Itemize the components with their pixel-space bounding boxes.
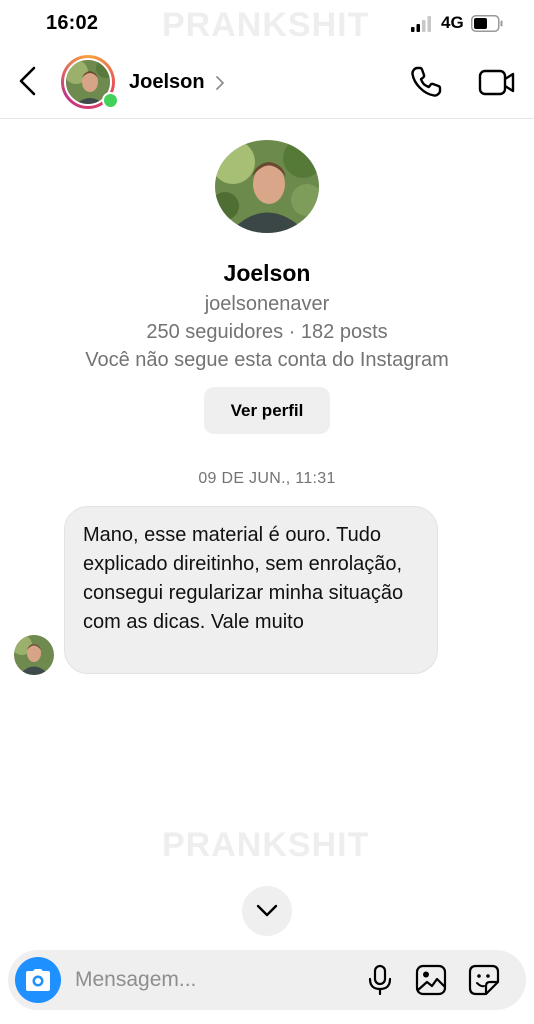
chevron-right-icon[interactable] xyxy=(214,74,226,92)
profile-avatar[interactable] xyxy=(215,140,319,233)
status-time: 16:02 xyxy=(46,12,99,34)
header-divider xyxy=(0,118,534,119)
battery-icon xyxy=(471,15,503,32)
watermark-bottom: PRANKSHIT xyxy=(162,826,370,864)
profile-follow-note: Você não segue esta conta do Instagram xyxy=(85,349,449,371)
watermark-top: PRANKSHIT xyxy=(162,6,370,44)
header-contact-name[interactable]: Joelson xyxy=(129,71,205,94)
profile-username: joelsonenaver xyxy=(204,293,330,315)
scroll-to-bottom-button[interactable] xyxy=(242,886,292,936)
sticker-icon[interactable] xyxy=(468,964,500,996)
signal-icon xyxy=(411,16,431,32)
microphone-icon[interactable] xyxy=(367,964,393,996)
online-status-dot xyxy=(102,92,119,109)
gallery-icon[interactable] xyxy=(415,964,447,996)
sender-photo-icon xyxy=(14,635,54,675)
view-profile-button[interactable]: Ver perfil xyxy=(204,387,330,434)
network-label: 4G xyxy=(441,13,464,32)
video-call-icon[interactable] xyxy=(477,64,517,100)
back-arrow-icon[interactable] xyxy=(14,64,44,98)
profile-stats: 250 seguidores · 182 posts xyxy=(146,321,388,343)
camera-icon xyxy=(26,969,50,991)
profile-photo-icon xyxy=(215,140,319,233)
phone-call-icon[interactable] xyxy=(408,64,444,100)
camera-button[interactable] xyxy=(15,957,61,1003)
chevron-down-icon xyxy=(256,904,278,917)
message-sender-avatar[interactable] xyxy=(14,635,54,675)
message-bubble[interactable]: Mano, esse material é ouro. Tudo explica… xyxy=(64,506,438,674)
message-input[interactable] xyxy=(75,960,345,1000)
profile-name: Joelson xyxy=(223,260,311,286)
message-timestamp: 09 DE JUN., 11:31 xyxy=(198,470,336,487)
